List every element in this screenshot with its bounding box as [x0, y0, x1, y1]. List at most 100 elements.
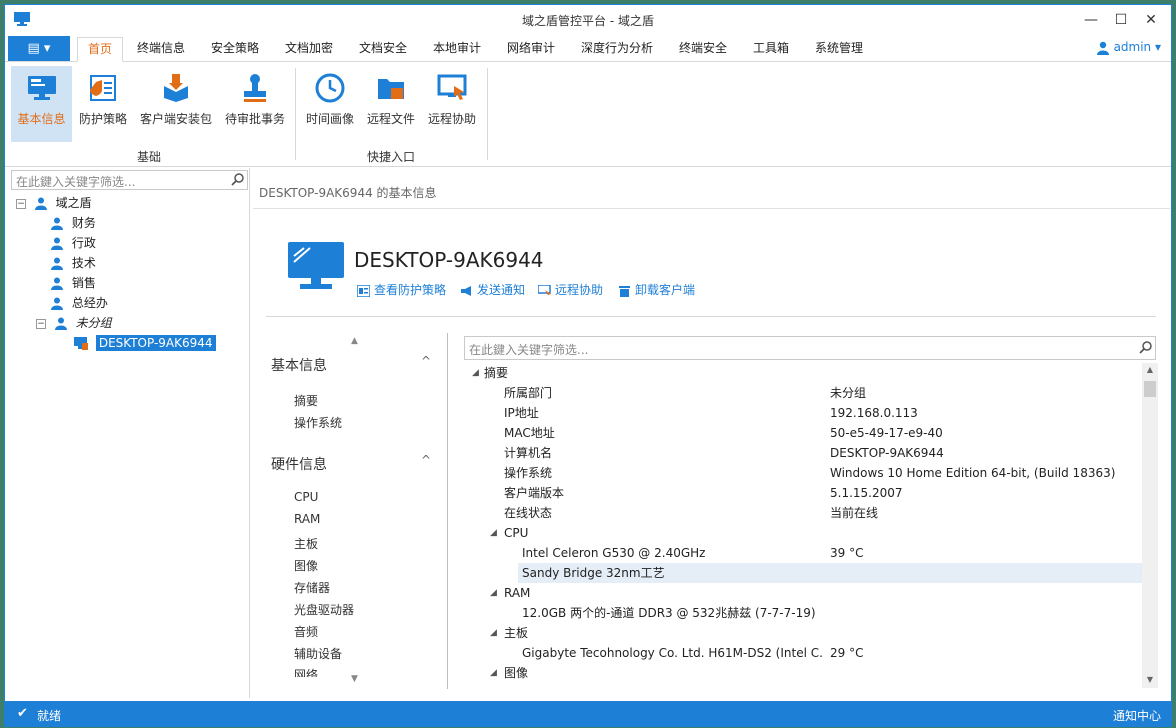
tree-filter-input[interactable]: 在此鍵入关键字筛选... — [11, 170, 248, 190]
tab-toolbox[interactable]: 工具箱 — [743, 37, 799, 62]
tree-node-sales[interactable]: 销售 — [50, 274, 96, 292]
notification-center-link[interactable]: 通知中心 — [1113, 707, 1161, 724]
remote-file-button[interactable]: 远程文件 — [363, 66, 419, 142]
nav-item-network[interactable]: 网络 — [294, 666, 318, 677]
property-row[interactable]: Sandy Bridge 32nm工艺 — [518, 563, 1142, 583]
minimize-button[interactable]: — — [1077, 9, 1105, 31]
property-row[interactable]: IP地址 192.168.0.113 — [464, 403, 1142, 423]
ribbon-separator-2 — [487, 68, 488, 160]
tree-node-root[interactable]: − 域之盾 — [16, 194, 92, 212]
nav-item-motherboard[interactable]: 主板 — [294, 535, 318, 552]
collapse-icon[interactable]: − — [36, 318, 46, 329]
send-notice-link[interactable]: 发送通知 — [460, 281, 525, 298]
tab-doc-security[interactable]: 文档安全 — [349, 37, 417, 62]
nav-item-ram[interactable]: RAM — [294, 512, 320, 526]
property-value: Windows 10 Home Edition 64-bit, (Build 1… — [830, 466, 1116, 480]
property-filter-placeholder: 在此鍵入关键字筛选... — [469, 343, 589, 357]
tab-local-audit[interactable]: 本地审计 — [423, 37, 491, 62]
property-row[interactable]: 在线状态 当前在线 — [464, 503, 1142, 523]
nav-scroll-up-icon[interactable]: ▲ — [351, 336, 358, 346]
nav-item-graphics[interactable]: 图像 — [294, 557, 318, 574]
property-row[interactable]: ◢ RAM — [464, 583, 1142, 603]
nav-scroll-down-icon[interactable]: ▼ — [351, 674, 358, 684]
tab-terminal-security[interactable]: 终端安全 — [669, 37, 737, 62]
basic-info-button[interactable]: 基本信息 — [11, 66, 72, 142]
tab-security-policy[interactable]: 安全策略 — [201, 37, 269, 62]
remote-assist-button[interactable]: 远程协助 — [424, 66, 480, 142]
property-row[interactable]: 所属部门 未分组 — [464, 383, 1142, 403]
property-row[interactable]: ◢ 摘要 — [464, 363, 1142, 383]
search-icon[interactable] — [1139, 340, 1153, 354]
chevron-up-icon[interactable]: ^ — [421, 354, 431, 368]
close-button[interactable]: ✕ — [1137, 9, 1165, 31]
property-name: 12.0GB 两个的-通道 DDR3 @ 532兆赫兹 (7-7-7-19) — [522, 606, 816, 620]
scrollbar-thumb[interactable] — [1144, 381, 1156, 397]
tab-home[interactable]: 首页 — [77, 37, 124, 62]
property-scrollbar[interactable]: ▲ ▼ — [1142, 363, 1158, 688]
expand-triangle-icon[interactable]: ◢ — [490, 523, 497, 543]
protection-policy-button[interactable]: 防护策略 — [75, 66, 131, 142]
user-menu[interactable]: admin ▾ — [1096, 40, 1161, 55]
property-row[interactable]: ◢ CPU — [464, 523, 1142, 543]
property-row[interactable]: 计算机名 DESKTOP-9AK6944 — [464, 443, 1142, 463]
nav-item-audio[interactable]: 音频 — [294, 623, 318, 640]
property-name: CPU — [504, 526, 529, 540]
tab-network-audit[interactable]: 网络审计 — [497, 37, 565, 62]
property-row[interactable]: ◢ 图像 — [464, 663, 1142, 683]
app-window: 域之盾管控平台 - 域之盾 — ☐ ✕ ▤ ▾ 首页 终端信息 安全策略 文档加… — [4, 4, 1172, 727]
property-value: 当前在线 — [830, 506, 879, 520]
time-portrait-button[interactable]: 时间画像 — [302, 66, 358, 142]
nav-item-peripherals[interactable]: 辅助设备 — [294, 645, 342, 662]
property-row[interactable]: 12.0GB 两个的-通道 DDR3 @ 532兆赫兹 (7-7-7-19) — [464, 603, 1142, 623]
view-policy-link[interactable]: 查看防护策略 — [357, 281, 446, 298]
breadcrumb: DESKTOP-9AK6944 的基本信息 — [259, 186, 437, 200]
nav-section-hardware[interactable]: 硬件信息 — [271, 454, 327, 474]
nav-item-cpu[interactable]: CPU — [294, 490, 318, 504]
property-value: 29 °C — [830, 646, 864, 660]
tree-node-finance[interactable]: 财务 — [50, 214, 96, 232]
tree-node-tech[interactable]: 技术 — [50, 254, 96, 272]
property-row[interactable]: ◢ 主板 — [464, 623, 1142, 643]
property-filter-input[interactable]: 在此鍵入关键字筛选... — [464, 336, 1156, 360]
uninstall-client-link[interactable]: 卸载客户端 — [618, 281, 695, 298]
maximize-button[interactable]: ☐ — [1107, 9, 1135, 31]
expand-triangle-icon[interactable]: ◢ — [490, 663, 497, 683]
nav-item-os[interactable]: 操作系统 — [294, 414, 342, 431]
property-row[interactable]: Intel Celeron G530 @ 2.40GHz 39 °C — [464, 543, 1142, 563]
tree-node-ungrouped[interactable]: − 未分组 — [36, 314, 112, 332]
expand-triangle-icon[interactable]: ◢ — [490, 623, 497, 643]
ribbon: 基本信息 防护策略 客户端安装包 待审批事务 基础 时间画像 远程文件 远程协助… — [5, 62, 1171, 167]
app-menu-button[interactable]: ▤ ▾ — [8, 36, 70, 61]
nav-section-basic[interactable]: 基本信息 — [271, 355, 327, 375]
clock-icon — [315, 73, 345, 103]
pending-approval-button[interactable]: 待审批事务 — [221, 66, 289, 142]
scroll-down-icon[interactable]: ▼ — [1142, 675, 1158, 684]
chevron-up-icon[interactable]: ^ — [421, 453, 431, 467]
property-row[interactable]: MAC地址 50-e5-49-17-e9-40 — [464, 423, 1142, 443]
tab-terminal-info[interactable]: 终端信息 — [127, 37, 195, 62]
tab-doc-encrypt[interactable]: 文档加密 — [275, 37, 343, 62]
expand-triangle-icon[interactable]: ◢ — [490, 583, 497, 603]
nav-item-summary[interactable]: 摘要 — [294, 392, 318, 409]
tab-system-management[interactable]: 系统管理 — [805, 37, 873, 62]
tree-node-gm-office[interactable]: 总经办 — [50, 294, 108, 312]
basic-info-icon — [27, 76, 56, 100]
computer-lock-icon — [74, 337, 88, 350]
expand-triangle-icon[interactable]: ◢ — [472, 363, 479, 383]
nav-item-storage[interactable]: 存储器 — [294, 579, 330, 596]
tree-node-label: 行政 — [71, 236, 96, 250]
scroll-up-icon[interactable]: ▲ — [1142, 365, 1158, 374]
property-row[interactable]: 客户端版本 5.1.15.2007 — [464, 483, 1142, 503]
collapse-icon[interactable]: − — [16, 198, 26, 209]
remote-assist-link[interactable]: 远程协助 — [538, 281, 603, 298]
property-row[interactable]: Gigabyte Tecohnology Co. Ltd. H61M-DS2 (… — [464, 643, 1142, 663]
search-icon[interactable] — [231, 172, 245, 186]
nav-item-optical-drive[interactable]: 光盘驱动器 — [294, 601, 354, 618]
property-grid: ◢ 摘要 所属部门 未分组 IP地址 192.168.0.113 MAC地址 50-e5-49… — [464, 363, 1142, 693]
tab-behavior-analysis[interactable]: 深度行为分析 — [571, 37, 663, 62]
tree-node-admin[interactable]: 行政 — [50, 234, 96, 252]
tree-node-desktop[interactable]: DESKTOP-9AK6944 — [74, 334, 216, 352]
client-package-button[interactable]: 客户端安装包 — [136, 66, 216, 142]
property-name: Intel Celeron G530 @ 2.40GHz — [522, 546, 706, 560]
property-row[interactable]: 操作系统 Windows 10 Home Edition 64-bit, (Bui… — [464, 463, 1142, 483]
